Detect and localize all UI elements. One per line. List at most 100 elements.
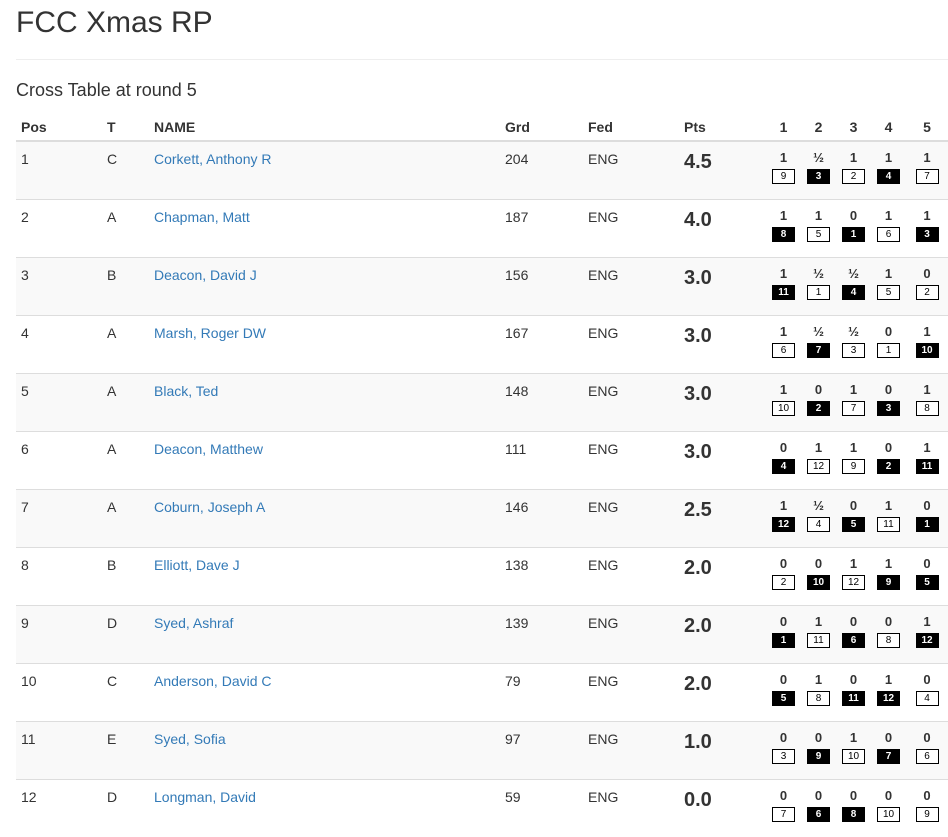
- col-header-pos[interactable]: Pos: [16, 113, 102, 141]
- opponent-box-black: 6: [807, 807, 830, 822]
- round-score: 0: [766, 731, 801, 745]
- round-result-cell: 02: [801, 374, 836, 432]
- player-link[interactable]: Black, Ted: [154, 383, 218, 399]
- player-link[interactable]: Deacon, David J: [154, 267, 257, 283]
- opponent-box-black: 11: [772, 285, 795, 300]
- row-name-cell: Deacon, Matthew: [149, 432, 500, 490]
- player-link[interactable]: Elliott, Dave J: [154, 557, 240, 573]
- table-row: 10CAnderson, David C79ENG2.0051801111204: [16, 664, 948, 722]
- opponent-box-white: 7: [916, 169, 939, 184]
- row-team: A: [102, 490, 149, 548]
- round-score: 1: [871, 209, 906, 223]
- round-score: 0: [871, 441, 906, 455]
- col-header-fed[interactable]: Fed: [583, 113, 679, 141]
- round-score: 0: [871, 789, 906, 803]
- player-link[interactable]: Anderson, David C: [154, 673, 272, 689]
- row-team: A: [102, 374, 149, 432]
- player-link[interactable]: Longman, David: [154, 789, 256, 805]
- player-link[interactable]: Syed, Sofia: [154, 731, 226, 747]
- round-score: 0: [906, 557, 948, 571]
- row-position: 6: [16, 432, 102, 490]
- round-result-cell: ½3: [836, 316, 871, 374]
- round-score: 0: [836, 789, 871, 803]
- opponent-box-black: 10: [807, 575, 830, 590]
- row-federation: ENG: [583, 200, 679, 258]
- row-federation: ENG: [583, 548, 679, 606]
- table-row: 1CCorkett, Anthony R204ENG4.519½3121417: [16, 141, 948, 200]
- round-score: ½: [801, 325, 836, 339]
- round-result-cell: 04: [906, 664, 948, 722]
- row-points: 3.0: [679, 374, 766, 432]
- row-name-cell: Corkett, Anthony R: [149, 141, 500, 200]
- round-score: 0: [871, 325, 906, 339]
- col-header-pts[interactable]: Pts: [679, 113, 766, 141]
- round-result-cell: 17: [836, 374, 871, 432]
- col-header-team[interactable]: T: [102, 113, 149, 141]
- round-score: 1: [766, 325, 801, 339]
- row-team: A: [102, 432, 149, 490]
- round-result-cell: 15: [871, 258, 906, 316]
- row-position: 4: [16, 316, 102, 374]
- round-score: ½: [801, 151, 836, 165]
- round-result-cell: 06: [836, 606, 871, 664]
- round-result-cell: 01: [836, 200, 871, 258]
- row-federation: ENG: [583, 141, 679, 200]
- player-link[interactable]: Corkett, Anthony R: [154, 151, 272, 167]
- round-result-cell: 05: [766, 664, 801, 722]
- round-score: 0: [871, 383, 906, 397]
- opponent-box-black: 5: [772, 691, 795, 706]
- round-result-cell: 010: [801, 548, 836, 606]
- player-link[interactable]: Deacon, Matthew: [154, 441, 263, 457]
- table-row: 4AMarsh, Roger DW167ENG3.016½7½301110: [16, 316, 948, 374]
- round-result-cell: 02: [871, 432, 906, 490]
- player-link[interactable]: Syed, Ashraf: [154, 615, 233, 631]
- row-grade: 111: [500, 432, 583, 490]
- header-row: Pos T NAME Grd Fed Pts 1 2 3 4 5: [16, 113, 948, 141]
- opponent-box-black: 7: [807, 343, 830, 358]
- round-result-cell: 01: [766, 606, 801, 664]
- round-result-cell: 110: [766, 374, 801, 432]
- col-header-round-3: 3: [836, 113, 871, 141]
- opponent-box-black: 10: [916, 343, 939, 358]
- row-points: 2.0: [679, 664, 766, 722]
- round-result-cell: 05: [836, 490, 871, 548]
- row-points: 1.0: [679, 722, 766, 780]
- player-link[interactable]: Chapman, Matt: [154, 209, 250, 225]
- opponent-box-white: 6: [772, 343, 795, 358]
- opponent-box-black: 3: [916, 227, 939, 242]
- row-points: 3.0: [679, 258, 766, 316]
- round-score: 1: [801, 441, 836, 455]
- opponent-box-black: 7: [877, 749, 900, 764]
- round-result-cell: 02: [766, 548, 801, 606]
- row-position: 10: [16, 664, 102, 722]
- round-score: 1: [836, 441, 871, 455]
- crosstable-subtitle: Cross Table at round 5: [16, 80, 197, 101]
- row-federation: ENG: [583, 606, 679, 664]
- player-link[interactable]: Marsh, Roger DW: [154, 325, 266, 341]
- opponent-box-black: 12: [877, 691, 900, 706]
- opponent-box-white: 10: [877, 807, 900, 822]
- opponent-box-black: 12: [916, 633, 939, 648]
- round-score: 1: [836, 557, 871, 571]
- opponent-box-white: 10: [842, 749, 865, 764]
- row-name-cell: Syed, Sofia: [149, 722, 500, 780]
- round-score: 1: [906, 151, 948, 165]
- col-header-name[interactable]: NAME: [149, 113, 500, 141]
- row-federation: ENG: [583, 490, 679, 548]
- round-score: 0: [801, 731, 836, 745]
- crosstable-container: Pos T NAME Grd Fed Pts 1 2 3 4 5 1CCorke…: [16, 113, 948, 837]
- opponent-box-black: 4: [842, 285, 865, 300]
- row-name-cell: Elliott, Dave J: [149, 548, 500, 606]
- table-row: 7ACoburn, Joseph A146ENG2.5112½40511101: [16, 490, 948, 548]
- player-link[interactable]: Coburn, Joseph A: [154, 499, 265, 515]
- opponent-box-white: 11: [807, 633, 830, 648]
- round-result-cell: 05: [906, 548, 948, 606]
- row-team: E: [102, 722, 149, 780]
- col-header-round-5: 5: [906, 113, 948, 141]
- round-score: 1: [906, 441, 948, 455]
- opponent-box-black: 1: [916, 517, 939, 532]
- col-header-grade[interactable]: Grd: [500, 113, 583, 141]
- round-result-cell: 01: [871, 316, 906, 374]
- round-score: 1: [906, 615, 948, 629]
- table-row: 9DSyed, Ashraf139ENG2.0011110608112: [16, 606, 948, 664]
